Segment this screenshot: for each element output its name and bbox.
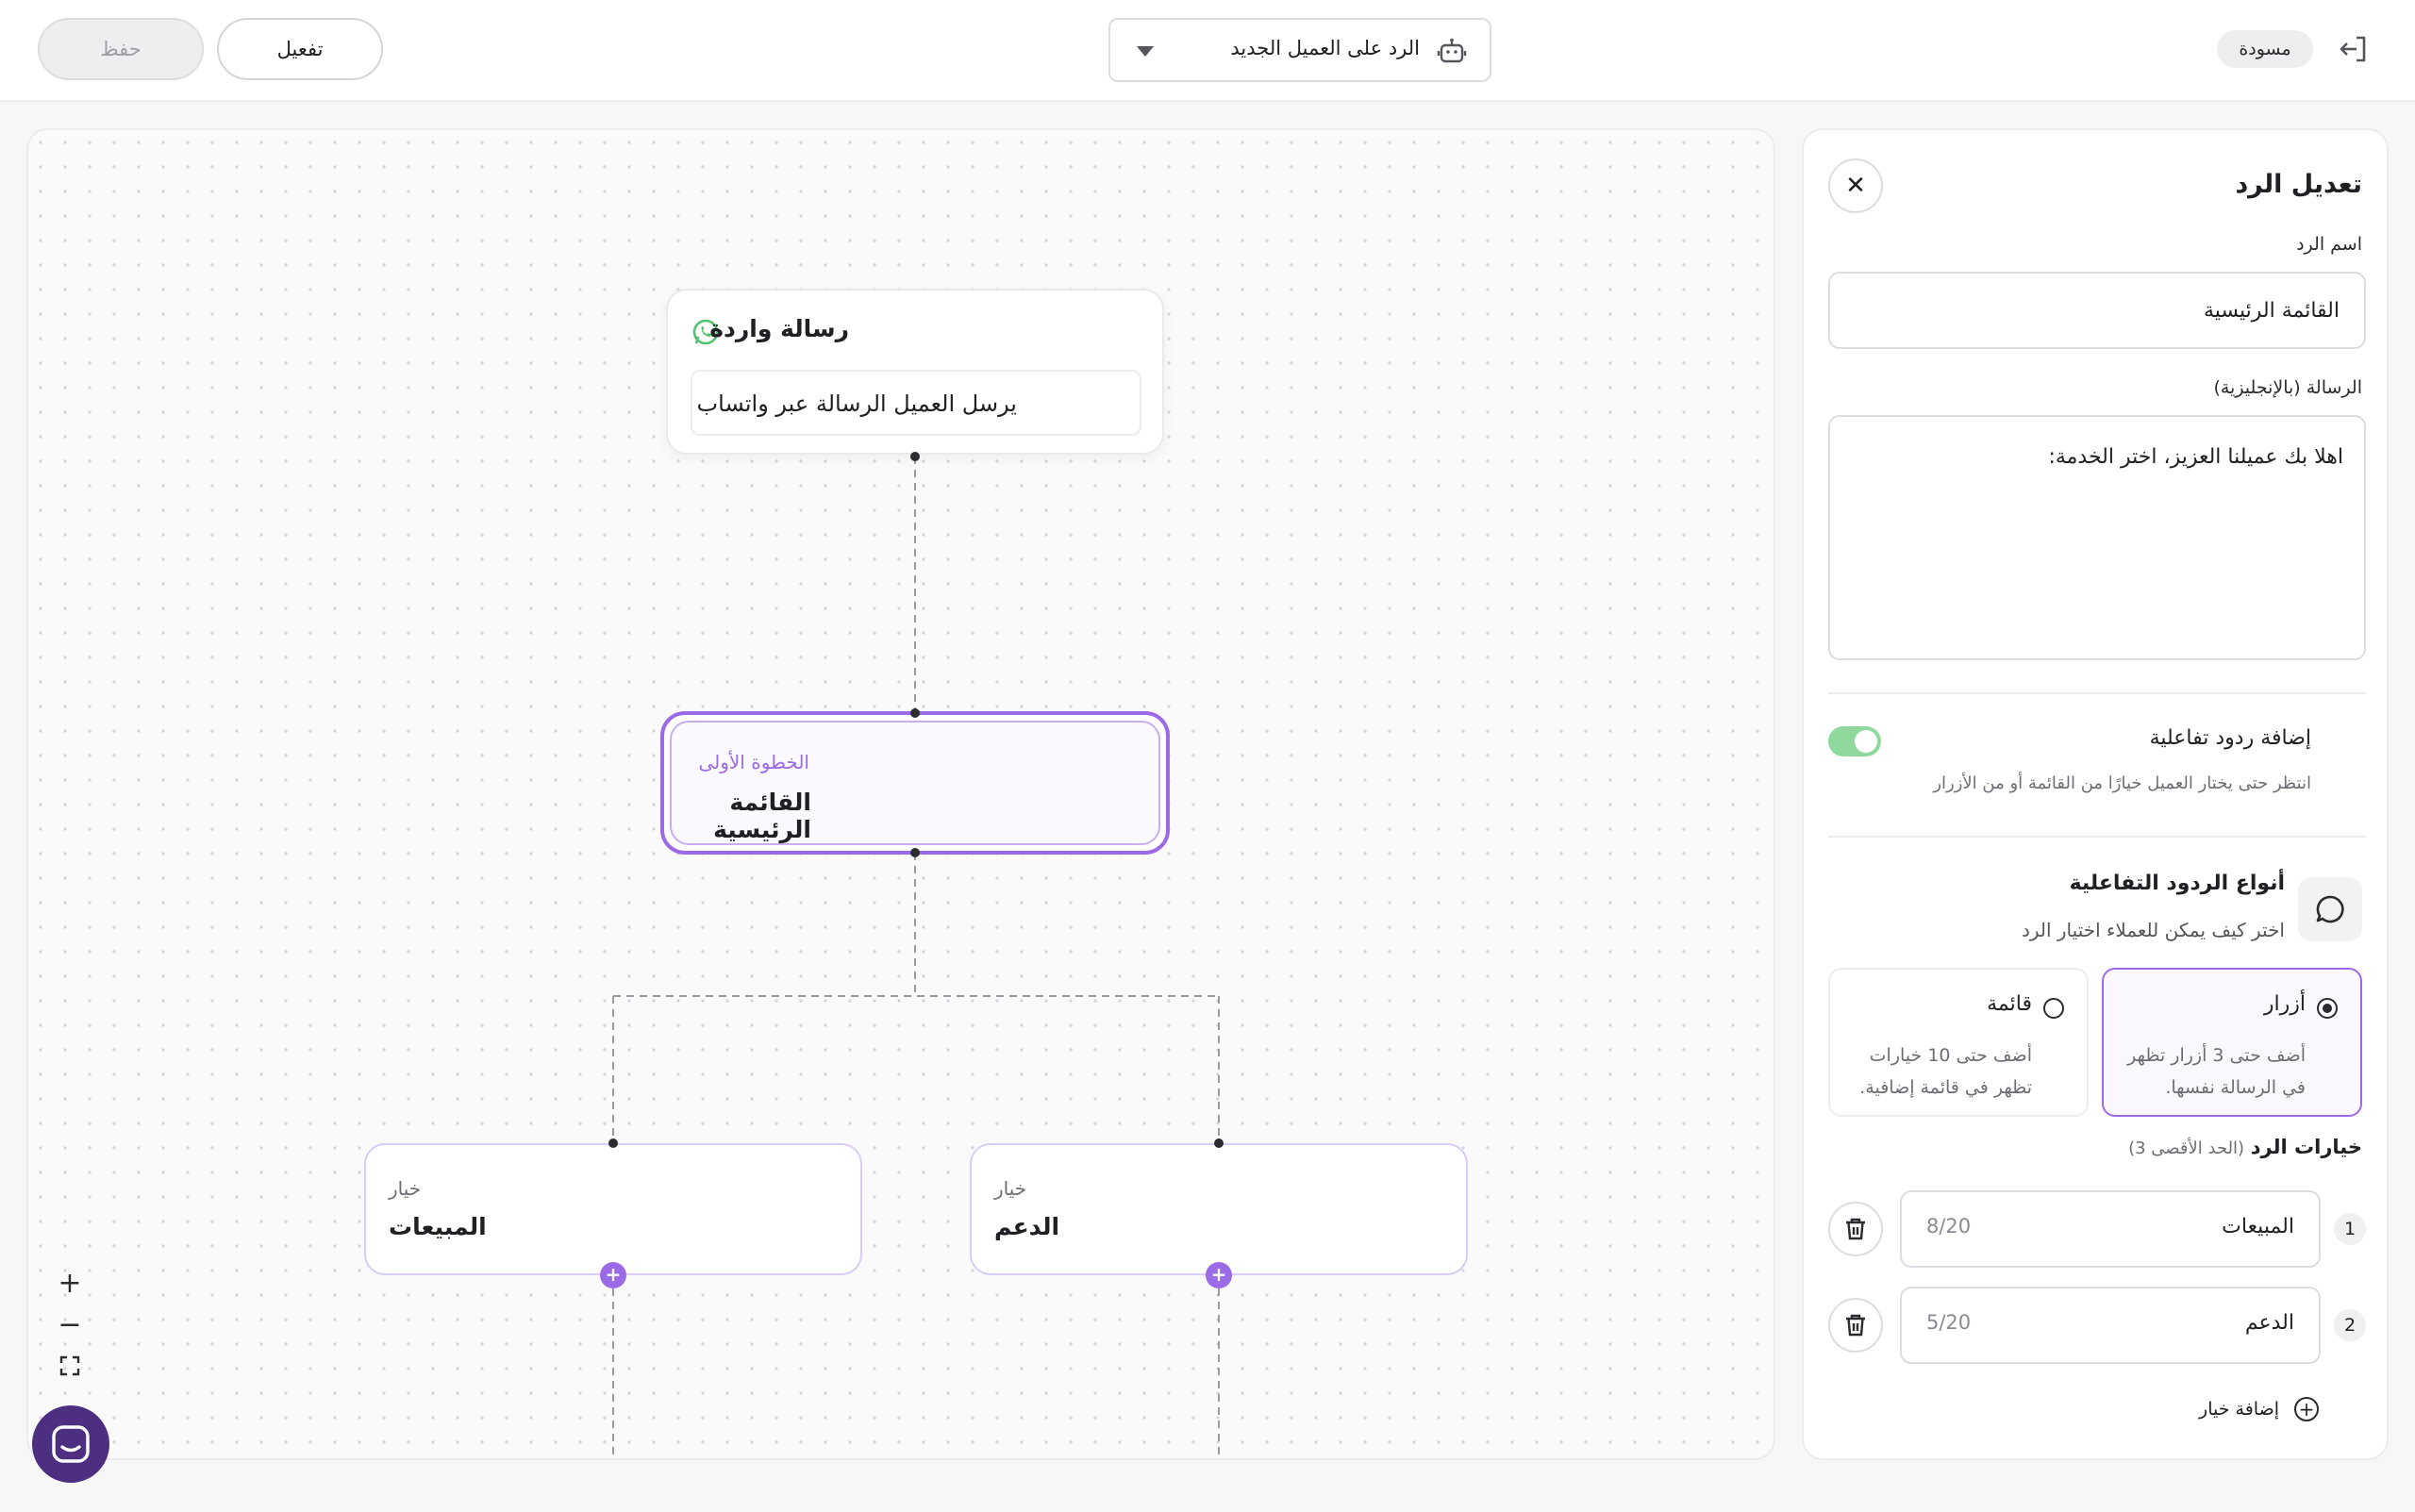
reply-name-input[interactable] [1828,272,2366,349]
close-icon: ✕ [1845,172,1866,200]
fit-view-button[interactable] [51,1347,89,1385]
plus-circle-icon: + [2294,1397,2319,1421]
type-option-description: أضف حتى 10 خيارات تظهر في قائمة إضافية. [1859,1045,2032,1098]
interactive-replies-toggle[interactable] [1828,726,1881,756]
close-button[interactable]: ✕ [1828,158,1883,213]
fit-view-icon [59,1355,80,1376]
top-bar: حفظ تفعيل الرد على العميل الجديد مسودة [0,0,2415,102]
add-step-plus-icon[interactable]: + [600,1262,626,1288]
reply-options-limit: (الحد الأقصى 3) [2128,1138,2245,1158]
interactive-replies-title: إضافة ردود تفاعلية [2149,726,2311,750]
radio-unselected-icon[interactable] [2043,998,2064,1019]
main-node-title: القائمة الرئيسية [713,789,811,843]
option-node-support[interactable]: خيار الدعم [970,1143,1468,1275]
connection-handle[interactable] [910,708,920,718]
option-node-subtitle: خيار [994,1177,1027,1200]
reply-option-row: 2 الدعم 5/20 [1828,1287,2366,1364]
incoming-node-title: رسالة واردة [709,315,849,342]
radio-selected-icon[interactable] [2317,998,2338,1019]
delete-option-button[interactable] [1828,1298,1883,1353]
reply-options-title: خيارات الرد (الحد الأقصى 3) [2128,1136,2362,1158]
type-option-description: أضف حتى 3 أزرار تظهر في الرسالة نفسها. [2127,1045,2306,1098]
reply-types-title: أنواع الردود التفاعلية [2069,872,2285,895]
type-option-title: أزرار [2263,992,2306,1016]
option-value: الدعم [2244,1311,2294,1335]
connection-handle[interactable] [1214,1138,1224,1148]
interactive-replies-description: انتظر حتى يختار العميل خيارًا من القائمة… [1933,773,2311,793]
option-input[interactable]: المبيعات 8/20 [1900,1190,2321,1268]
edit-reply-panel: تعديل الرد ✕ اسم الرد الرسالة (بالإنجليز… [1802,128,2389,1460]
add-option-label: إضافة خيار [2199,1399,2279,1420]
option-char-count: 8/20 [1926,1215,1972,1238]
incoming-message-node[interactable]: رسالة واردة يرسل العميل الرسالة عبر واتس… [666,289,1164,455]
activate-button[interactable]: تفعيل [217,18,383,80]
exit-icon[interactable] [2336,32,2370,66]
connection-handle[interactable] [910,452,920,461]
trash-icon [1846,1218,1865,1240]
zoom-controls: + − [51,1264,89,1388]
option-input[interactable]: الدعم 5/20 [1900,1287,2321,1364]
option-index: 2 [2334,1309,2366,1341]
zoom-out-button[interactable]: − [51,1305,89,1343]
save-button[interactable]: حفظ [38,18,204,80]
delete-option-button[interactable] [1828,1202,1883,1256]
panel-title: تعديل الرد [2235,170,2362,199]
option-node-sales[interactable]: خيار المبيعات [364,1143,862,1275]
type-option-buttons[interactable]: أزرار أضف حتى 3 أزرار تظهر في الرسالة نف… [2102,968,2362,1117]
connection-handle[interactable] [608,1138,618,1148]
status-badge: مسودة [2217,30,2313,68]
divider [1828,692,2366,694]
flow-canvas[interactable]: رسالة واردة يرسل العميل الرسالة عبر واتس… [26,128,1775,1460]
message-label: الرسالة (بالإنجليزية) [2213,377,2362,398]
option-value: المبيعات [2222,1215,2294,1238]
chat-icon [52,1425,90,1463]
option-node-subtitle: خيار [389,1177,422,1200]
zoom-in-button[interactable]: + [51,1264,89,1302]
add-step-plus-icon[interactable]: + [1206,1262,1232,1288]
option-index: 1 [2334,1213,2366,1245]
option-char-count: 5/20 [1926,1311,1972,1334]
main-menu-node[interactable]: الخطوة الأولى القائمة الرئيسية [660,711,1170,855]
flow-name: الرد على العميل الجديد [1230,37,1420,59]
divider [1828,836,2366,838]
name-label: اسم الرد [2296,234,2362,255]
trash-icon [1846,1314,1865,1337]
option-node-title: الدعم [994,1213,1060,1240]
type-option-title: قائمة [1987,992,2032,1016]
reply-types-description: اختر كيف يمكن للعملاء اختيار الرد [2021,919,2285,941]
connection-handle[interactable] [910,848,920,857]
add-option-button[interactable]: + إضافة خيار [2199,1394,2319,1424]
type-option-list[interactable]: قائمة أضف حتى 10 خيارات تظهر في قائمة إض… [1828,968,2089,1117]
chevron-down-icon [1137,46,1154,57]
option-node-title: المبيعات [389,1213,487,1240]
chat-launcher-button[interactable] [32,1405,109,1483]
incoming-node-description: يرسل العميل الرسالة عبر واتساب [691,370,1141,436]
message-textarea[interactable]: اهلا بك عميلنا العزيز، اختر الخدمة: [1828,415,2366,660]
flow-selector[interactable]: الرد على العميل الجديد [1108,18,1491,82]
chat-bubble-icon [2298,877,2362,941]
reply-option-row: 1 المبيعات 8/20 [1828,1190,2366,1268]
robot-icon [1437,38,1467,63]
main-node-subtitle: الخطوة الأولى [698,751,809,773]
